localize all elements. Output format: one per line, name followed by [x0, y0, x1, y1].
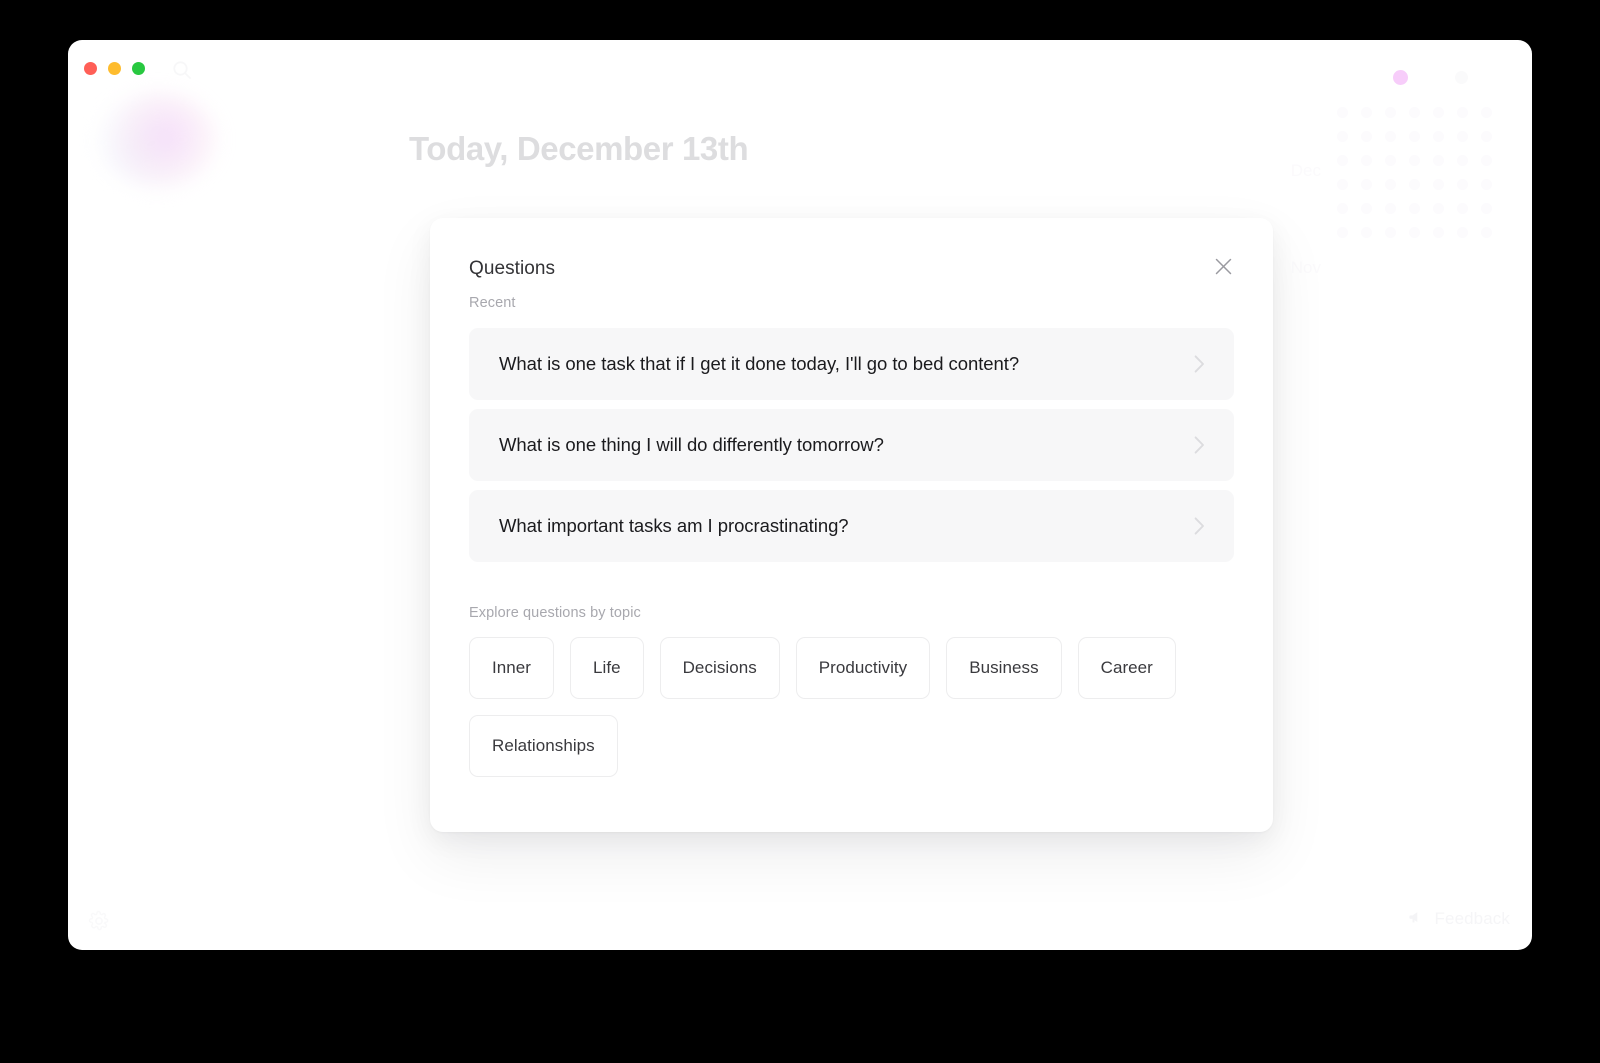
activity-cell[interactable] — [1402, 124, 1426, 148]
activity-cell[interactable] — [1426, 172, 1450, 196]
activity-cell[interactable] — [1450, 172, 1474, 196]
activity-cell[interactable] — [1474, 124, 1498, 148]
activity-cell[interactable] — [1402, 148, 1426, 172]
activity-cell[interactable] — [1330, 100, 1354, 124]
activity-cell[interactable] — [1474, 196, 1498, 220]
activity-cell[interactable] — [1354, 220, 1378, 244]
activity-cell[interactable] — [1426, 100, 1450, 124]
activity-cell[interactable] — [1354, 172, 1378, 196]
avatar-blob — [98, 92, 218, 188]
topics-label: Explore questions by topic — [469, 605, 641, 621]
activity-cell[interactable] — [1426, 124, 1450, 148]
activity-cell[interactable] — [1378, 100, 1402, 124]
page-title: Today, December 13th — [409, 130, 749, 167]
question-row[interactable]: What is one task that if I get it done t… — [469, 328, 1234, 400]
activity-month-label-nov: Nov — [1290, 258, 1321, 277]
activity-cell[interactable] — [1378, 172, 1402, 196]
window-close-button[interactable] — [84, 62, 97, 75]
topic-chip-list: Inner Life Decisions Productivity Business Ca… — [469, 637, 1234, 777]
activity-cell[interactable] — [1450, 100, 1474, 124]
activity-cell[interactable] — [1402, 172, 1426, 196]
chevron-right-icon — [1190, 517, 1208, 535]
activity-cell[interactable] — [1330, 196, 1354, 220]
activity-cell[interactable] — [1450, 124, 1474, 148]
activity-cell[interactable] — [1426, 220, 1450, 244]
activity-cell[interactable] — [1354, 100, 1378, 124]
question-text: What is one thing I will do differently … — [499, 433, 884, 455]
activity-month-label-dec: Dec — [1290, 161, 1321, 180]
activity-cell[interactable] — [1330, 220, 1354, 244]
activity-cell[interactable] — [1450, 220, 1474, 244]
activity-cell[interactable] — [1450, 148, 1474, 172]
traffic-lights — [84, 62, 145, 75]
app-window: Today, December 13th Dec Nov Feedback Qu… — [68, 40, 1532, 950]
activity-cell[interactable] — [1474, 148, 1498, 172]
topic-chip-relationships[interactable]: Relationships — [469, 715, 618, 777]
modal-title: Questions — [469, 258, 555, 279]
activity-cell[interactable] — [1354, 196, 1378, 220]
search-icon[interactable] — [171, 59, 193, 81]
topic-chip-productivity[interactable]: Productivity — [795, 637, 931, 699]
feedback-label: Feedback — [1434, 909, 1510, 928]
activity-cell[interactable] — [1354, 124, 1378, 148]
question-list: What is one task that if I get it done t… — [469, 328, 1234, 562]
activity-cell[interactable] — [1402, 220, 1426, 244]
activity-cell[interactable] — [1426, 148, 1450, 172]
recent-label: Recent — [469, 295, 516, 311]
activity-cell[interactable] — [1378, 124, 1402, 148]
topic-chip-decisions[interactable]: Decisions — [659, 637, 780, 699]
question-text: What important tasks am I procrastinatin… — [499, 514, 849, 536]
screen: Today, December 13th Dec Nov Feedback Qu… — [0, 0, 1600, 1063]
chevron-right-icon — [1190, 355, 1208, 373]
topic-chip-career[interactable]: Career — [1077, 637, 1176, 699]
feedback-button[interactable]: Feedback — [1407, 907, 1510, 931]
window-maximize-button[interactable] — [132, 62, 145, 75]
window-minimize-button[interactable] — [108, 62, 121, 75]
activity-cell[interactable] — [1330, 124, 1354, 148]
activity-grid — [1330, 100, 1498, 244]
activity-cell[interactable] — [1378, 148, 1402, 172]
activity-cell[interactable] — [1474, 100, 1498, 124]
activity-cell[interactable] — [1474, 172, 1498, 196]
activity-cell[interactable] — [1378, 196, 1402, 220]
topic-chip-business[interactable]: Business — [946, 637, 1062, 699]
activity-cell[interactable] — [1426, 196, 1450, 220]
activity-cell[interactable] — [1450, 196, 1474, 220]
question-row[interactable]: What important tasks am I procrastinatin… — [469, 490, 1234, 562]
question-text: What is one task that if I get it done t… — [499, 352, 1020, 374]
activity-cell[interactable] — [1402, 196, 1426, 220]
chevron-right-icon — [1190, 436, 1208, 454]
megaphone-icon — [1407, 907, 1426, 931]
activity-cell[interactable] — [1474, 220, 1498, 244]
topic-chip-life[interactable]: Life — [570, 637, 644, 699]
activity-cell[interactable] — [1354, 148, 1378, 172]
activity-cell[interactable] — [1330, 172, 1354, 196]
gear-icon[interactable] — [88, 910, 110, 932]
activity-cell[interactable] — [1330, 148, 1354, 172]
questions-modal: Questions Recent What is one task that i… — [430, 218, 1273, 832]
modal-header: Questions — [469, 218, 1234, 292]
activity-cell[interactable] — [1402, 100, 1426, 124]
question-row[interactable]: What is one thing I will do differently … — [469, 409, 1234, 481]
topic-chip-inner[interactable]: Inner — [469, 637, 554, 699]
activity-cell[interactable] — [1378, 220, 1402, 244]
close-icon[interactable] — [1208, 251, 1238, 281]
title-bar — [68, 40, 1532, 102]
